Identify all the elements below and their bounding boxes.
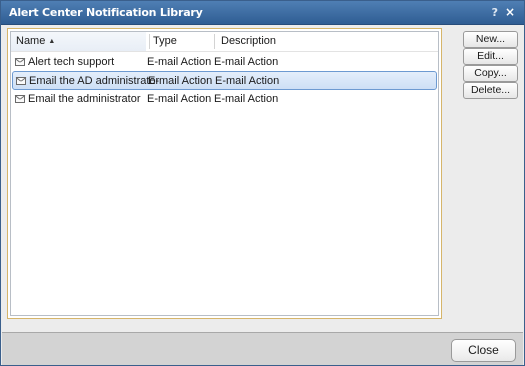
envelope-icon (15, 58, 25, 66)
table-row[interactable]: Alert tech support E-mail Action E-mail … (11, 53, 438, 72)
table-row-selected[interactable]: Email the AD administrator E-mail Action… (12, 71, 437, 90)
row-description: E-mail Action (214, 56, 279, 68)
row-description: E-mail Action (214, 93, 279, 105)
help-icon[interactable]: ? (492, 6, 498, 19)
row-name-cell: Alert tech support (15, 53, 114, 71)
delete-button[interactable]: Delete... (463, 82, 518, 99)
close-icon[interactable]: × (505, 5, 515, 19)
column-header-name-label: Name (16, 35, 46, 47)
new-button[interactable]: New... (463, 31, 518, 48)
table-header: Name ▲ Type Description (11, 32, 438, 52)
row-type: E-mail Action (147, 56, 212, 68)
column-header-name[interactable]: Name ▲ (11, 32, 146, 51)
copy-button[interactable]: Copy... (463, 65, 518, 82)
row-name-cell: Email the AD administrator (16, 72, 159, 90)
notification-library-dialog: Alert Center Notification Library ? × Na… (0, 0, 525, 366)
row-name: Alert tech support (28, 56, 115, 68)
column-header-description[interactable]: Description (215, 32, 335, 51)
title-bar[interactable]: Alert Center Notification Library ? × (1, 1, 524, 25)
row-name: Email the administrator (28, 93, 141, 105)
column-header-type[interactable]: Type (150, 32, 214, 51)
table-row[interactable]: Email the administrator E-mail Action E-… (11, 90, 438, 109)
close-button[interactable]: Close (451, 339, 516, 362)
row-type: E-mail Action (148, 75, 213, 87)
envelope-icon (16, 77, 26, 85)
row-name: Email the AD administrator (29, 75, 160, 87)
dialog-title: Alert Center Notification Library (9, 6, 203, 19)
row-name-cell: Email the administrator (15, 90, 141, 108)
edit-button[interactable]: Edit... (463, 48, 518, 65)
dialog-content: Name ▲ Type Description Alert tech suppor… (2, 25, 523, 331)
notification-list[interactable]: Name ▲ Type Description Alert tech suppor… (10, 31, 439, 316)
row-type: E-mail Action (147, 93, 212, 105)
dialog-footer: Close (2, 332, 523, 365)
row-description: E-mail Action (215, 75, 280, 87)
sort-ascending-icon: ▲ (48, 38, 56, 45)
envelope-icon (15, 95, 25, 103)
notification-list-frame: Name ▲ Type Description Alert tech suppor… (7, 28, 442, 319)
